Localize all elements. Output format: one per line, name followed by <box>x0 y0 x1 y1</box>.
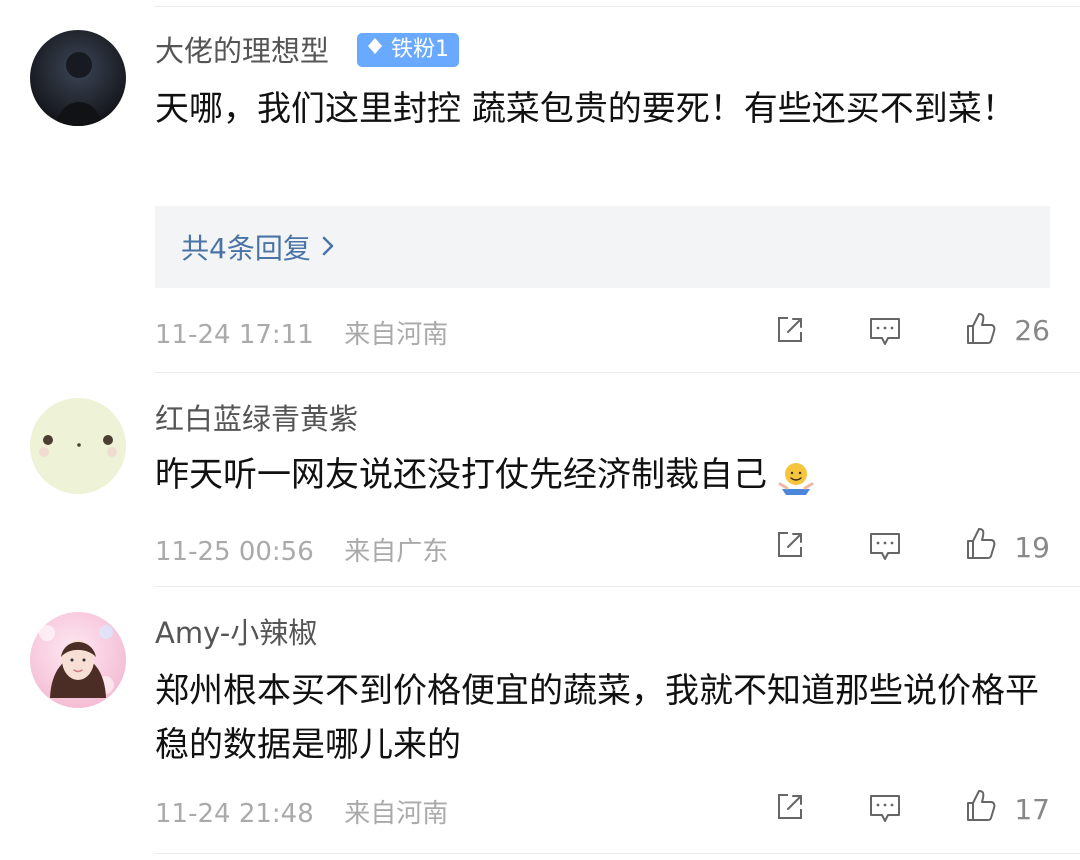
reply-summary-link[interactable]: 共4条回复 <box>181 227 335 267</box>
share-button[interactable] <box>771 790 809 828</box>
chevron-right-icon <box>321 231 335 264</box>
comment-text-content: 昨天听一网友说还没打仗先经济制裁自己 <box>155 455 767 495</box>
thumb-up-icon <box>960 310 998 352</box>
like-button[interactable] <box>958 787 1000 829</box>
reply-summary-box[interactable]: 共4条回复 <box>155 206 1050 288</box>
comment-location: 来自河南 <box>344 320 449 350</box>
share-button[interactable] <box>771 313 809 351</box>
comment-location: 来自广东 <box>344 537 449 567</box>
fan-badge[interactable]: 铁粉1 <box>357 33 459 67</box>
badge-label: 铁粉1 <box>391 37 449 62</box>
like-count: 19 <box>1014 531 1050 564</box>
like-button[interactable] <box>958 310 1000 352</box>
comment-meta: 11-24 21:48 来自河南 <box>155 793 448 830</box>
thumb-up-icon <box>960 787 998 829</box>
comment-username[interactable]: 大佬的理想型 <box>155 33 329 69</box>
comment-time: 11-24 21:48 <box>155 799 314 829</box>
share-icon <box>773 790 807 828</box>
comment-text: 天哪，我们这里封控 蔬菜包贵的要死！有些还买不到菜！ <box>155 89 1016 129</box>
diamond-icon <box>365 33 385 67</box>
avatar[interactable] <box>30 612 126 708</box>
comment-time: 11-25 00:56 <box>155 537 314 567</box>
avatar[interactable] <box>30 30 126 126</box>
thumb-up-icon <box>960 525 998 567</box>
reply-summary-label: 共4条回复 <box>181 232 311 265</box>
comment-meta: 11-25 00:56 来自广东 <box>155 531 448 568</box>
share-icon <box>773 528 807 566</box>
avatar[interactable] <box>30 398 126 494</box>
divider <box>155 853 1080 854</box>
comment-button[interactable] <box>865 790 905 830</box>
like-button[interactable] <box>958 525 1000 567</box>
like-count: 17 <box>1014 793 1050 826</box>
comment-icon <box>867 313 903 353</box>
comment-icon <box>867 528 903 568</box>
share-button[interactable] <box>771 528 809 566</box>
comment-meta: 11-24 17:11 来自河南 <box>155 314 448 351</box>
comment-time: 11-24 17:11 <box>155 320 314 350</box>
comment-text: 昨天听一网友说还没打仗先经济制裁自己 <box>155 448 1046 502</box>
comment-item: Amy-小辣椒 郑州根本买不到价格便宜的蔬菜，我就不知道那些说价格平稳的数据是哪… <box>0 586 1080 860</box>
comment-item: 红白蓝绿青黄紫 昨天听一网友说还没打仗先经济制裁自己 11-25 00:56 来… <box>0 372 1080 586</box>
share-icon <box>773 313 807 351</box>
like-count: 26 <box>1014 314 1050 347</box>
comment-username[interactable]: 红白蓝绿青黄紫 <box>155 401 358 437</box>
comment-icon <box>867 790 903 830</box>
comment-button[interactable] <box>865 313 905 353</box>
comment-text: 郑州根本买不到价格便宜的蔬菜，我就不知道那些说价格平稳的数据是哪儿来的 <box>155 671 1039 765</box>
comment-location: 来自河南 <box>344 799 449 829</box>
shrug-emoji-icon <box>778 459 814 495</box>
comment-item: 大佬的理想型 铁粉1 天哪，我们这里封控 蔬菜包贵的要死！有些还买不到菜！ 共4… <box>0 0 1080 372</box>
comment-username[interactable]: Amy-小辣椒 <box>155 615 317 651</box>
comment-button[interactable] <box>865 528 905 568</box>
